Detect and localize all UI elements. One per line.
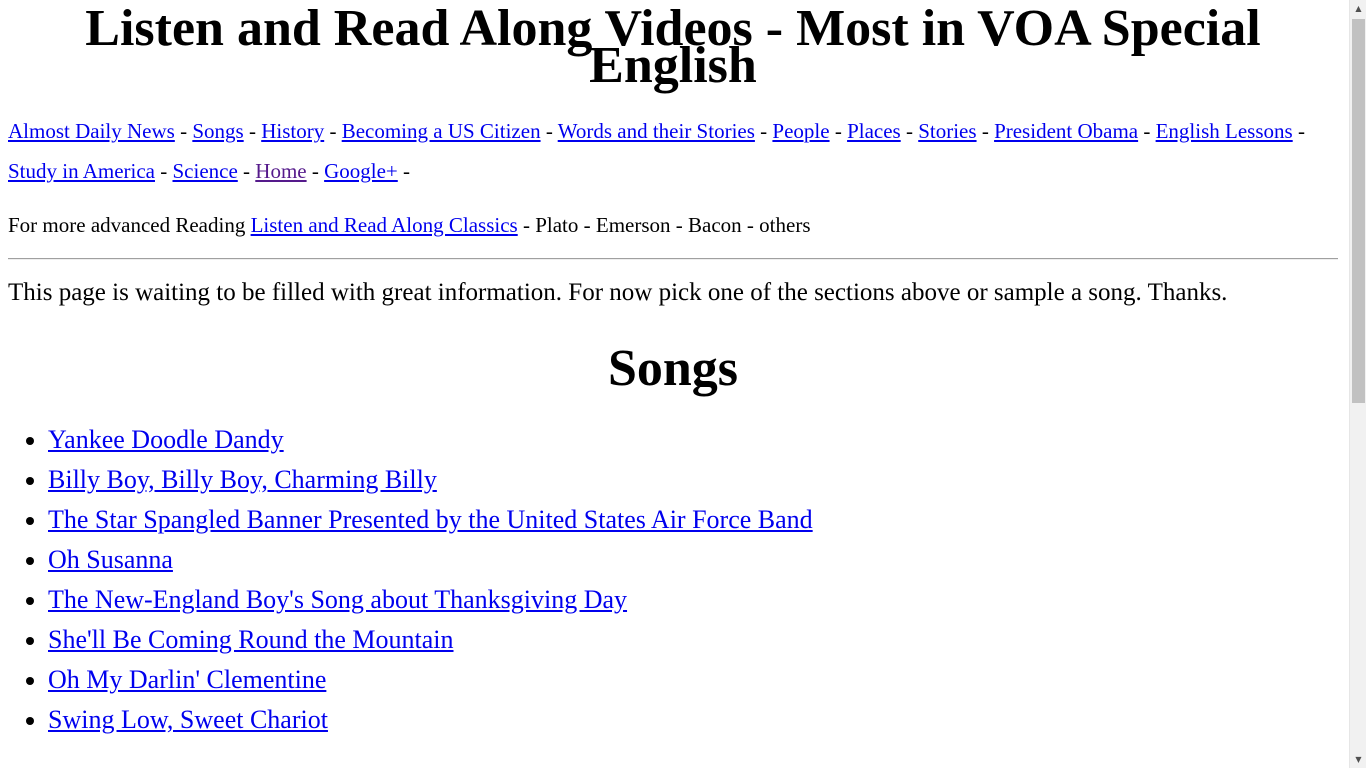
nav-separator: - (403, 159, 411, 183)
advanced-reading-suffix: - Plato - Emerson - Bacon - others (522, 213, 811, 237)
nav-separator: - (545, 119, 553, 143)
nav-separator: - (981, 119, 989, 143)
advanced-reading-line: For more advanced Reading Listen and Rea… (8, 213, 1338, 237)
song-link[interactable]: Yankee Doodle Dandy (48, 425, 284, 454)
song-link[interactable]: Oh Susanna (48, 545, 173, 574)
list-item: Oh Susanna (48, 540, 1338, 580)
nav-link-places[interactable]: Places (847, 119, 901, 143)
nav-link-almost-daily-news[interactable]: Almost Daily News (8, 119, 175, 143)
nav-separator: - (160, 159, 168, 183)
nav-separator: - (905, 119, 913, 143)
classics-link[interactable]: Listen and Read Along Classics (251, 213, 518, 237)
song-link[interactable]: Billy Boy, Billy Boy, Charming Billy (48, 465, 437, 494)
list-item: The Star Spangled Banner Presented by th… (48, 500, 1338, 540)
scroll-up-icon[interactable]: ▲ (1350, 0, 1366, 17)
nav-links: Almost Daily News - Songs - History - Be… (8, 111, 1338, 191)
page-title: Listen and Read Along Videos - Most in V… (85, 0, 1261, 94)
nav-link-words-stories[interactable]: Words and their Stories (558, 119, 755, 143)
song-list: Yankee Doodle Dandy Billy Boy, Billy Boy… (8, 420, 1338, 740)
scrollbar-thumb[interactable] (1352, 19, 1365, 403)
nav-separator: - (248, 119, 256, 143)
page-content: Listen and Read Along Videos - Most in V… (8, 0, 1338, 740)
list-item: Billy Boy, Billy Boy, Charming Billy (48, 460, 1338, 500)
nav-separator: - (834, 119, 842, 143)
nav-link-home[interactable]: Home (255, 159, 306, 183)
nav-link-becoming-citizen[interactable]: Becoming a US Citizen (342, 119, 541, 143)
intro-text: This page is waiting to be filled with g… (8, 279, 1228, 306)
nav-separator: - (180, 119, 188, 143)
list-item: The New-England Boy's Song about Thanksg… (48, 580, 1338, 620)
vertical-scrollbar[interactable]: ▲ ▼ (1349, 0, 1366, 768)
song-link[interactable]: Swing Low, Sweet Chariot (48, 705, 328, 734)
list-item: She'll Be Coming Round the Mountain (48, 620, 1338, 660)
nav-link-english-lessons[interactable]: English Lessons (1156, 119, 1293, 143)
nav-link-songs[interactable]: Songs (192, 119, 243, 143)
nav-link-google-plus[interactable]: Google+ (324, 159, 398, 183)
songs-heading: Songs (607, 340, 739, 397)
nav-separator: - (1143, 119, 1151, 143)
nav-link-science[interactable]: Science (172, 159, 237, 183)
list-item: Yankee Doodle Dandy (48, 420, 1338, 460)
nav-separator: - (1297, 119, 1305, 143)
nav-link-president-obama[interactable]: President Obama (994, 119, 1138, 143)
song-link[interactable]: The Star Spangled Banner Presented by th… (48, 505, 813, 534)
list-item: Swing Low, Sweet Chariot (48, 700, 1338, 740)
song-link[interactable]: The New-England Boy's Song about Thanksg… (48, 585, 627, 614)
nav-link-stories[interactable]: Stories (918, 119, 976, 143)
nav-separator: - (329, 119, 337, 143)
nav-separator: - (243, 159, 251, 183)
nav-separator: - (311, 159, 319, 183)
nav-link-people[interactable]: People (772, 119, 829, 143)
song-link[interactable]: She'll Be Coming Round the Mountain (48, 625, 454, 654)
nav-link-history[interactable]: History (261, 119, 324, 143)
list-item: Oh My Darlin' Clementine (48, 660, 1338, 700)
nav-separator: - (760, 119, 768, 143)
song-link[interactable]: Oh My Darlin' Clementine (48, 665, 326, 694)
divider (8, 258, 1338, 260)
nav-link-study-in-america[interactable]: Study in America (8, 159, 155, 183)
advanced-reading-prefix: For more advanced Reading (8, 213, 246, 237)
scroll-down-icon[interactable]: ▼ (1350, 751, 1366, 768)
